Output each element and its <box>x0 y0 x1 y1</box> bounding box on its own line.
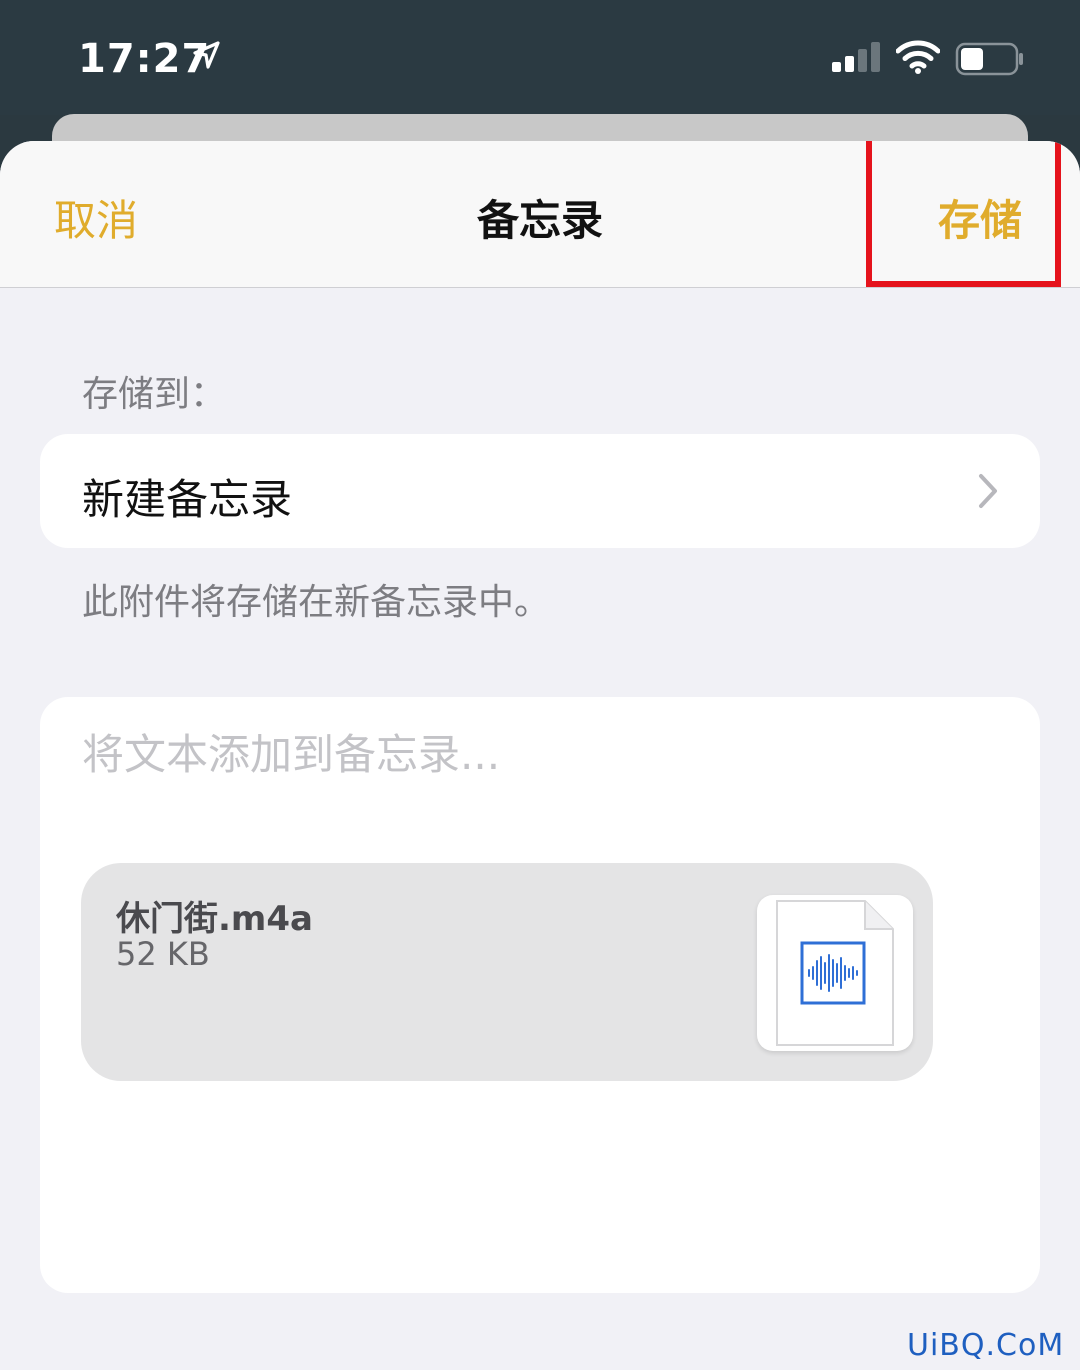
location-arrow-icon <box>193 41 220 69</box>
attachment-size: 52 KB <box>116 935 210 973</box>
navigation-bar: 取消 备忘录 存储 <box>0 141 1080 288</box>
attachment-name: 休门街.m4a <box>116 899 313 939</box>
status-time: 17:27 <box>78 36 211 82</box>
audio-file-icon <box>776 900 894 1046</box>
note-content-card: 将文本添加到备忘录... 休门街.m4a 52 KB <box>40 697 1040 1293</box>
attachment-thumbnail <box>757 895 913 1051</box>
watermark-text: UiBQ.CoM <box>907 1328 1065 1363</box>
save-button[interactable]: 存储 <box>938 187 1022 248</box>
share-sheet: 取消 备忘录 存储 存储到： 新建备忘录 此附件将存储在新备忘录中。 将文本添加… <box>0 141 1080 1370</box>
save-to-footer: 此附件将存储在新备忘录中。 <box>82 582 551 623</box>
destination-row[interactable]: 新建备忘录 <box>40 434 1040 548</box>
attachment-item[interactable]: 休门街.m4a 52 KB <box>81 863 933 1081</box>
status-bar: 17:27 <box>0 0 1080 115</box>
page-title: 备忘录 <box>476 196 603 245</box>
wifi-icon <box>896 40 940 74</box>
save-to-label: 存储到： <box>82 374 227 415</box>
cellular-signal-icon <box>832 42 880 72</box>
chevron-right-icon <box>979 474 997 508</box>
note-text-input[interactable]: 将文本添加到备忘录... <box>82 721 500 782</box>
destination-label: 新建备忘录 <box>82 475 293 524</box>
battery-icon <box>955 42 1023 76</box>
